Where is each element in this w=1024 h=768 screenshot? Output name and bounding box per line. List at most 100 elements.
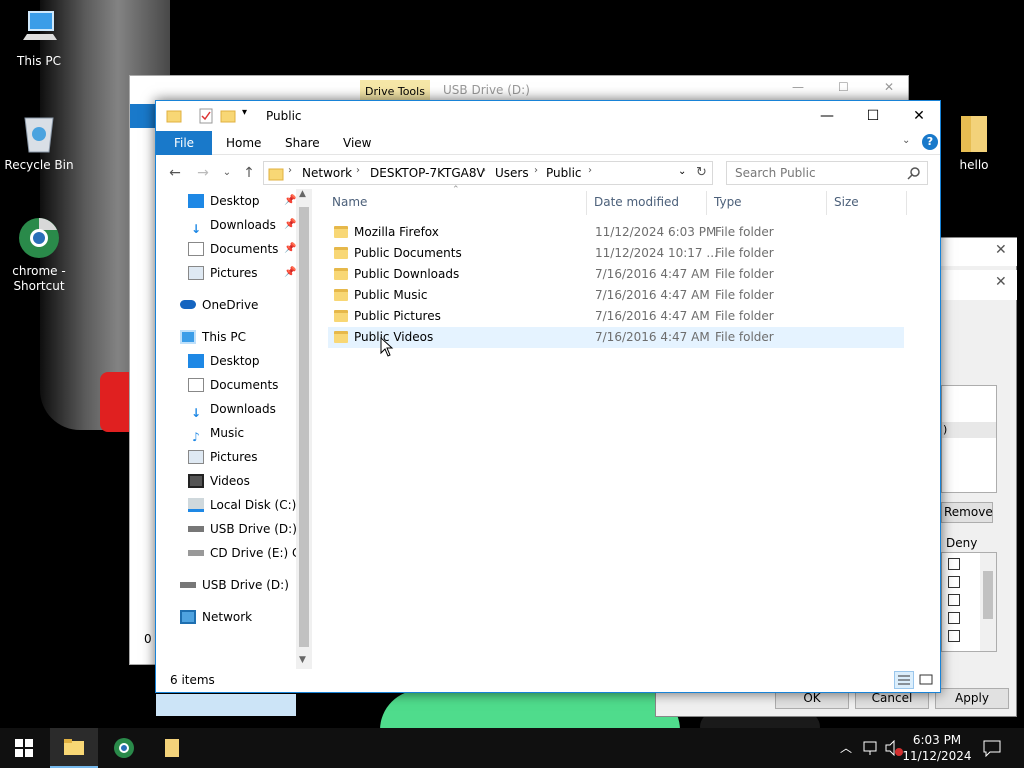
nav-item-documents[interactable]: Documents — [188, 374, 278, 396]
file-explorer-window[interactable]: ▾ Public — ☐ ✕ File Home Share View ⌄ ? … — [155, 100, 941, 716]
nav-item-music[interactable]: ♪ Music — [188, 422, 244, 444]
chevron-right-icon[interactable]: › — [288, 165, 292, 176]
desktop-icon-chrome-shortcut[interactable]: chrome - Shortcut — [1, 216, 77, 294]
desktop-icon-this-pc[interactable]: This PC — [1, 10, 77, 69]
deny-checkbox[interactable] — [948, 558, 960, 570]
minimize-icon[interactable]: — — [792, 80, 804, 94]
deny-checkbox[interactable] — [948, 576, 960, 588]
pin-icon[interactable]: 📌 — [284, 267, 296, 278]
chevron-right-icon[interactable]: › — [356, 165, 360, 176]
group-list[interactable]: ) — [941, 385, 997, 493]
deny-checkbox[interactable] — [948, 594, 960, 606]
tab-share[interactable]: Share — [271, 131, 334, 155]
start-button[interactable] — [0, 728, 48, 768]
navigation-scrollbar[interactable]: ▲ ▼ — [296, 189, 312, 669]
breadcrumb-item[interactable]: Users — [495, 166, 529, 180]
chevron-down-icon[interactable]: ⌄ — [216, 162, 238, 184]
close-icon[interactable]: ✕ — [995, 274, 1007, 290]
maximize-icon[interactable]: ☐ — [838, 80, 849, 94]
table-row[interactable]: Public Music 7/16/2016 4:47 AM File folder — [328, 285, 904, 306]
notification-icon[interactable] — [982, 739, 1002, 757]
taskbar-file[interactable] — [148, 728, 196, 768]
back-arrow-icon[interactable]: ← — [164, 162, 186, 184]
details-view-button[interactable] — [894, 671, 914, 689]
nav-item-pictures[interactable]: Pictures — [188, 446, 258, 468]
chevron-right-icon[interactable]: › — [588, 165, 592, 176]
nav-item-pictures-quick[interactable]: Pictures — [188, 262, 258, 284]
nav-item-desktop-quick[interactable]: Desktop — [188, 190, 260, 212]
chevron-right-icon[interactable]: › — [482, 165, 486, 176]
nav-item-usb-drive-root[interactable]: USB Drive (D:) — [180, 574, 289, 596]
scrollbar-thumb[interactable] — [299, 207, 309, 647]
remove-button[interactable]: Remove — [941, 502, 993, 523]
desktop-icon-recycle-bin[interactable]: Recycle Bin — [1, 112, 77, 173]
help-icon[interactable]: ? — [922, 134, 938, 150]
maximize-button[interactable]: ☐ — [850, 101, 896, 131]
chevron-down-icon[interactable]: ▾ — [242, 107, 247, 118]
nav-item-downloads-quick[interactable]: ↓ Downloads — [188, 214, 276, 236]
refresh-icon[interactable]: ↻ — [696, 165, 707, 180]
up-arrow-icon[interactable]: ↑ — [238, 162, 260, 184]
taskbar-file-explorer[interactable] — [50, 728, 98, 768]
chevron-down-icon[interactable]: ▼ — [299, 655, 306, 665]
chevron-down-icon[interactable]: ⌄ — [678, 166, 686, 177]
table-row[interactable]: Mozilla Firefox 11/12/2024 6:03 PM File fo… — [328, 222, 904, 243]
tab-file[interactable]: File — [156, 131, 212, 155]
chevron-up-icon[interactable]: ︿ — [840, 739, 852, 756]
apply-button[interactable]: Apply — [935, 688, 1009, 709]
nav-item-desktop[interactable]: Desktop — [188, 350, 260, 372]
nav-item-local-disk[interactable]: Local Disk (C:) — [188, 494, 296, 516]
breadcrumb-item[interactable]: DESKTOP-7KTGA8V — [370, 166, 485, 180]
tab-home[interactable]: Home — [212, 131, 275, 155]
column-header-size[interactable]: Size — [834, 195, 859, 209]
documents-icon — [188, 241, 204, 256]
column-header-type[interactable]: Type — [714, 195, 742, 209]
desktop-icon-hello[interactable]: hello — [936, 112, 1012, 173]
nav-item-onedrive[interactable]: OneDrive — [180, 294, 258, 316]
tab-view[interactable]: View — [329, 131, 385, 155]
deny-checkbox[interactable] — [948, 630, 960, 642]
nav-item-documents-quick[interactable]: Documents — [188, 238, 278, 260]
breadcrumb-item[interactable]: Public — [546, 166, 582, 180]
chevron-down-icon[interactable]: ⌄ — [902, 135, 910, 146]
pin-icon[interactable]: 📌 — [284, 195, 296, 206]
forward-arrow-icon[interactable]: → — [192, 162, 214, 184]
properties-icon[interactable] — [198, 108, 214, 124]
table-row[interactable]: Public Documents 11/12/2024 10:17 ... File… — [328, 243, 904, 264]
table-row[interactable]: Public Videos 7/16/2016 4:47 AM File folde… — [328, 327, 904, 348]
large-icons-view-button[interactable] — [916, 671, 936, 689]
ribbon: File Home Share View ⌄ ? — [156, 131, 940, 155]
close-icon[interactable]: ✕ — [995, 242, 1007, 258]
network-status-icon[interactable] — [862, 740, 880, 756]
table-row[interactable]: Public Pictures 7/16/2016 4:47 AM File fol… — [328, 306, 904, 327]
deny-checkbox[interactable] — [948, 612, 960, 624]
minimize-button[interactable]: — — [804, 101, 850, 131]
search-input[interactable]: Search Public — [726, 161, 928, 185]
nav-item-downloads[interactable]: ↓ Downloads — [188, 398, 276, 420]
nav-item-network[interactable]: Network — [180, 606, 252, 628]
nav-item-videos[interactable]: Videos — [188, 470, 250, 492]
volume-muted-icon[interactable] — [884, 740, 904, 756]
address-bar[interactable]: › Network › DESKTOP-7KTGA8V › Users › Pu… — [263, 161, 713, 185]
taskbar-chrome[interactable] — [100, 728, 148, 768]
table-row[interactable]: Public Downloads 7/16/2016 4:47 AM File fo… — [328, 264, 904, 285]
nav-item-this-pc[interactable]: This PC — [180, 326, 246, 348]
close-button[interactable]: ✕ — [896, 101, 942, 131]
computer-icon — [23, 11, 57, 40]
scrollbar[interactable] — [980, 553, 996, 651]
title-bar[interactable]: ▾ Public — ☐ ✕ — [156, 101, 940, 131]
pin-icon[interactable]: 📌 — [284, 219, 296, 230]
sort-indicator-icon: ⌃ — [452, 185, 460, 195]
pin-icon[interactable]: 📌 — [284, 243, 296, 254]
new-folder-icon[interactable] — [220, 108, 236, 124]
close-icon[interactable]: ✕ — [884, 80, 894, 94]
nav-item-usb-drive[interactable]: USB Drive (D:) — [188, 518, 297, 540]
column-header-name[interactable]: Name — [332, 195, 367, 209]
nav-item-cd-drive[interactable]: CD Drive (E:) CD — [188, 542, 310, 564]
folder-icon — [268, 168, 284, 181]
chevron-right-icon[interactable]: › — [534, 165, 538, 176]
chevron-up-icon[interactable]: ▲ — [299, 189, 306, 199]
clock[interactable]: 6:03 PM 11/12/2024 — [902, 732, 972, 764]
column-header-date[interactable]: Date modified — [594, 195, 679, 209]
breadcrumb-item[interactable]: Network — [302, 166, 352, 180]
